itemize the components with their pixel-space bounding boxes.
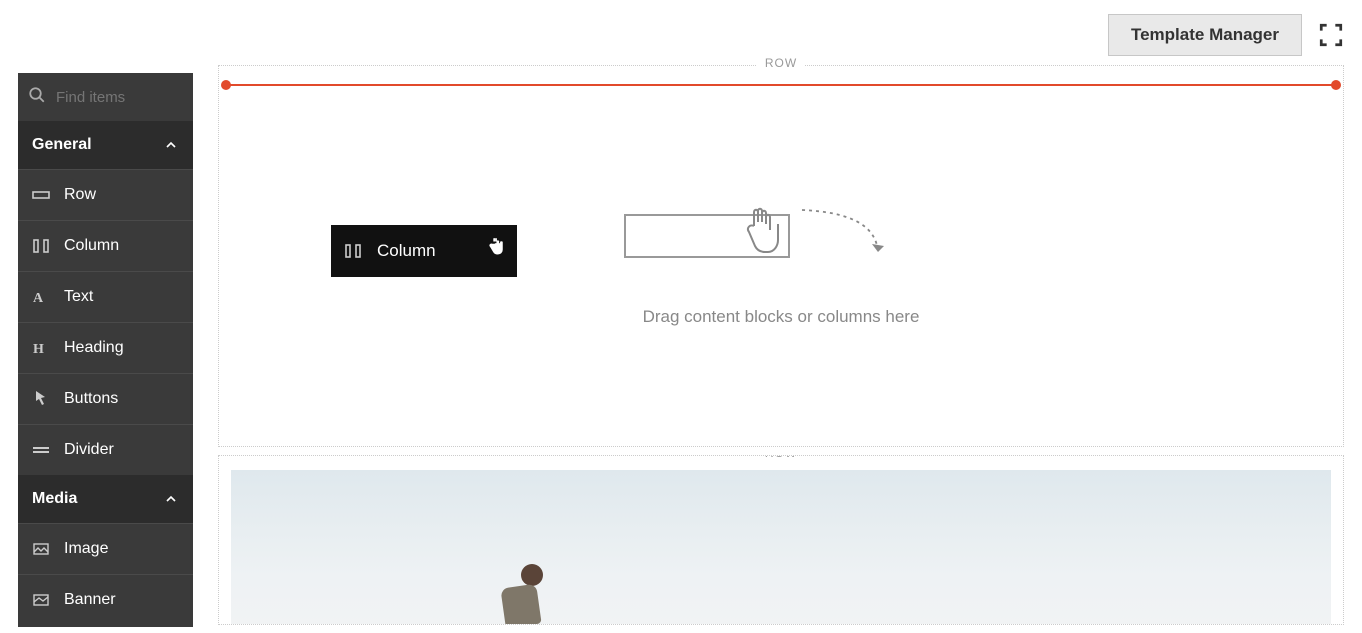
search-icon xyxy=(28,86,46,109)
sidebar-item-label: Image xyxy=(64,540,108,558)
column-icon xyxy=(30,239,52,253)
sidebar-item-label: Heading xyxy=(64,339,124,357)
section-header-media[interactable]: Media xyxy=(18,475,193,523)
drop-hint-text: Drag content blocks or columns here xyxy=(643,307,920,327)
canvas-row-active[interactable]: ROW xyxy=(218,65,1344,447)
image-icon xyxy=(30,543,52,555)
banner-image-placeholder xyxy=(231,470,1331,624)
sidebar-item-image[interactable]: Image xyxy=(18,523,193,574)
chevron-up-icon xyxy=(163,137,179,153)
section-header-general[interactable]: General xyxy=(18,121,193,169)
sidebar-item-label: Buttons xyxy=(64,390,118,408)
sidebar-item-column[interactable]: Column xyxy=(18,220,193,271)
sidebar-item-banner[interactable]: Banner xyxy=(18,574,193,625)
resize-handle-right[interactable] xyxy=(1331,80,1341,90)
search-row[interactable] xyxy=(18,73,193,121)
search-input[interactable] xyxy=(56,89,166,106)
drop-zone[interactable]: Drag content blocks or columns here xyxy=(624,214,938,327)
sidebar-item-buttons[interactable]: Buttons xyxy=(18,373,193,424)
sidebar-item-label: Column xyxy=(64,237,119,255)
drag-arrow-icon xyxy=(798,206,894,273)
banner-icon xyxy=(30,594,52,606)
person-silhouette xyxy=(493,564,553,625)
divider-icon xyxy=(30,445,52,455)
sidebar-item-row[interactable]: Row xyxy=(18,169,193,220)
sidebar-item-label: Text xyxy=(64,288,93,306)
canvas-row-image[interactable]: ROW xyxy=(218,455,1344,625)
svg-text:A: A xyxy=(33,291,44,304)
dragged-column-chip[interactable]: Column xyxy=(331,225,517,277)
buttons-icon xyxy=(30,391,52,407)
svg-text:H: H xyxy=(33,342,44,355)
sidebar-item-divider[interactable]: Divider xyxy=(18,424,193,475)
sidebar-item-heading[interactable]: H Heading xyxy=(18,322,193,373)
resize-handle-left[interactable] xyxy=(221,80,231,90)
text-icon: A xyxy=(30,290,52,304)
sidebar-item-text[interactable]: A Text xyxy=(18,271,193,322)
grab-cursor-icon xyxy=(487,237,505,260)
template-manager-button[interactable]: Template Manager xyxy=(1108,14,1302,56)
sidebar-item-label: Row xyxy=(64,186,96,204)
row-label: ROW xyxy=(757,56,805,70)
sidebar-item-label: Banner xyxy=(64,591,116,609)
heading-icon: H xyxy=(30,341,52,355)
section-label: General xyxy=(32,136,92,154)
row-label: ROW xyxy=(757,455,805,460)
sidebar-item-label: Divider xyxy=(64,441,114,459)
drag-hand-icon xyxy=(736,202,788,263)
sidebar: General Row Column A Text H Heading Butt… xyxy=(18,73,193,627)
fullscreen-icon[interactable] xyxy=(1318,22,1344,48)
row-icon xyxy=(30,189,52,201)
chevron-up-icon xyxy=(163,491,179,507)
canvas[interactable]: ROW xyxy=(218,65,1344,633)
section-label: Media xyxy=(32,490,77,508)
column-icon xyxy=(345,244,363,258)
dragged-item-label: Column xyxy=(377,241,436,261)
